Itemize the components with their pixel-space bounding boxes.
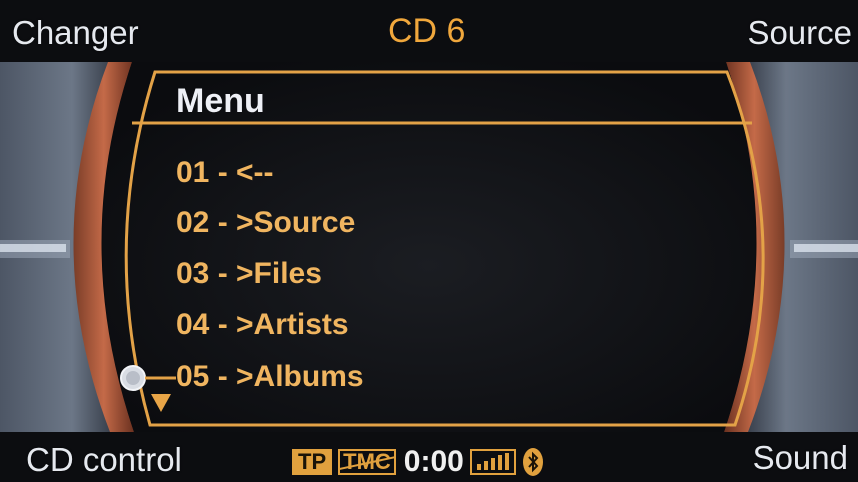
mmi-display: Changer CD 6 Source Menu 01 - <-- 02 - >…: [0, 0, 858, 482]
cd-control-softkey[interactable]: CD control: [26, 443, 182, 476]
menu-title: Menu: [176, 82, 265, 120]
tmc-badge: TMC: [338, 449, 396, 475]
signal-strength-icon: [469, 449, 516, 475]
sound-softkey[interactable]: Sound: [753, 441, 848, 474]
display-frame: [0, 0, 858, 482]
menu-item-source[interactable]: 02 - >Source: [176, 208, 355, 238]
menu-item-albums[interactable]: 05 - >Albums: [176, 362, 364, 392]
status-bar: TP TMC 0:00: [292, 446, 544, 478]
tp-badge: TP: [292, 449, 333, 475]
bluetooth-icon: [522, 447, 544, 477]
page-title: CD 6: [388, 12, 466, 50]
menu-item-artists[interactable]: 04 - >Artists: [176, 310, 349, 340]
menu-item-back[interactable]: 01 - <--: [176, 158, 274, 188]
changer-softkey[interactable]: Changer: [12, 16, 139, 49]
time-display: 0:00: [403, 445, 464, 478]
menu-item-files[interactable]: 03 - >Files: [176, 259, 322, 289]
source-softkey[interactable]: Source: [747, 16, 852, 49]
